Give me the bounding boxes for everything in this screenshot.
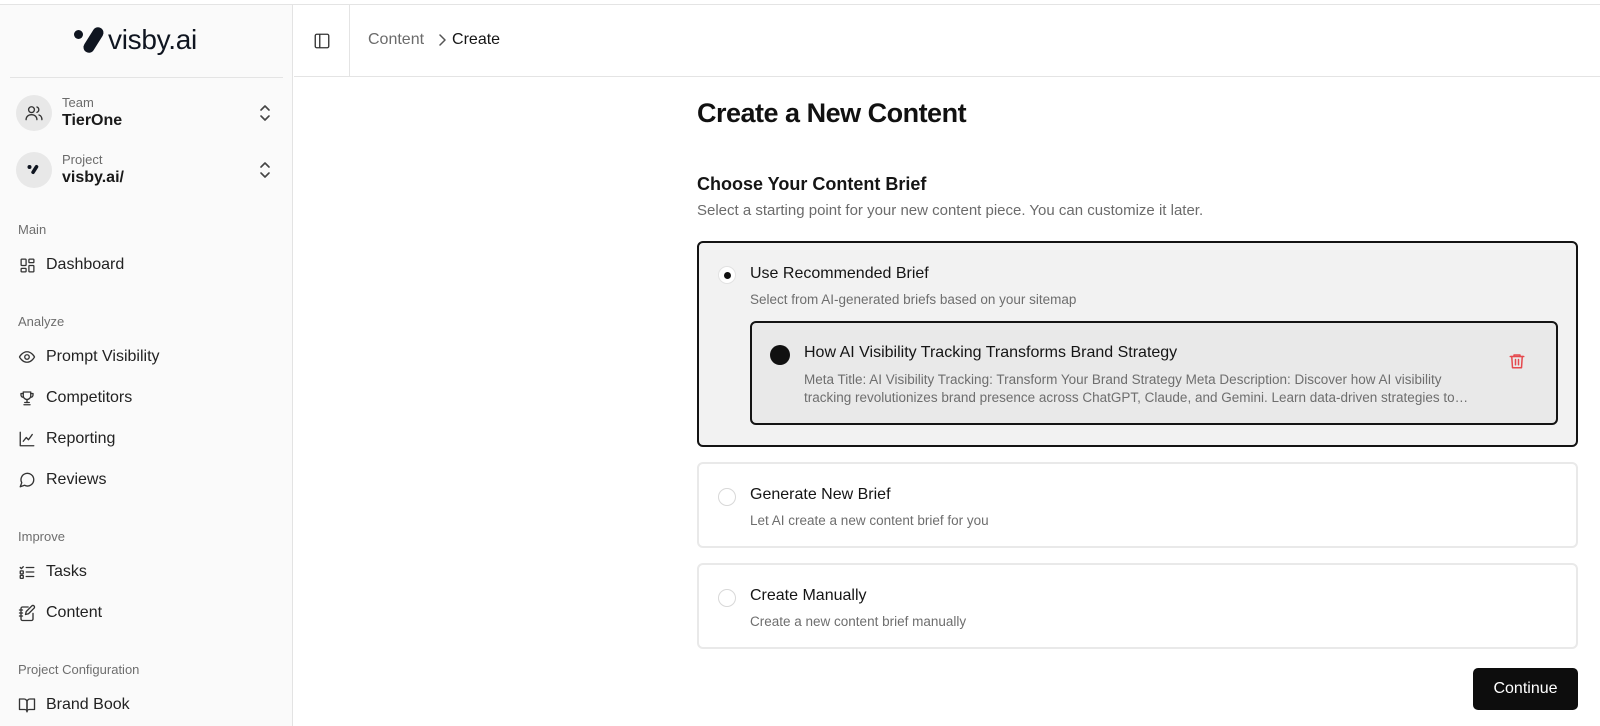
option-description: Let AI create a new content brief for yo… [750, 513, 989, 528]
visby-logo-icon [72, 23, 106, 57]
sidebar-item-label: Dashboard [46, 256, 125, 273]
sidebar-item-label: Reporting [46, 430, 116, 447]
breadcrumb-content-link[interactable]: Content [368, 31, 424, 49]
section-label-improve: Improve [18, 529, 65, 544]
eye-icon [18, 348, 36, 366]
project-switcher[interactable]: Project visby.ai/ [16, 150, 284, 190]
users-icon [25, 106, 43, 121]
sidebar-item-label: Content [46, 604, 103, 621]
message-circle-icon [18, 471, 36, 489]
section-label-project-configuration: Project Configuration [18, 662, 140, 677]
brand-name: visby.ai [108, 24, 197, 55]
sidebar-item-label: Prompt Visibility [46, 348, 160, 365]
team-name: TierOne [62, 112, 123, 129]
list-todo-icon [18, 563, 36, 581]
sidebar-item-prompt-visibility[interactable]: Prompt Visibility [18, 343, 278, 371]
option-generate-new-brief[interactable]: Generate New Brief Let AI create a new c… [697, 462, 1578, 548]
sidebar-item-brand-book[interactable]: Brand Book [18, 691, 278, 719]
sidebar-item-reporting[interactable]: Reporting [18, 425, 278, 453]
radio-button[interactable] [718, 266, 736, 284]
option-title: Generate New Brief [750, 486, 891, 503]
panel-left-icon [314, 33, 329, 48]
line-chart-icon [18, 430, 36, 448]
continue-button[interactable]: Continue [1473, 668, 1578, 710]
option-title: Create Manually [750, 587, 867, 604]
option-use-recommended-brief[interactable]: Use Recommended Brief Select from AI-gen… [697, 241, 1578, 447]
sidebar-item-label: Competitors [46, 389, 133, 406]
sidebar-item-label: Reviews [46, 471, 107, 488]
brand-logo[interactable]: visby.ai [72, 23, 197, 57]
sidebar-item-label: Tasks [46, 563, 87, 580]
radio-button[interactable] [718, 589, 736, 607]
project-name: visby.ai/ [62, 169, 124, 186]
sidebar: visby.ai Team TierOne Project visby.ai/ [0, 5, 293, 726]
page-title: Create a New Content [697, 98, 967, 128]
sidebar-toggle-button[interactable] [294, 5, 350, 76]
chevrons-up-down-icon [260, 162, 270, 178]
section-label-analyze: Analyze [18, 314, 65, 329]
sidebar-divider [10, 77, 283, 78]
brief-meta-description: Meta Title: AI Visibility Tracking: Tran… [804, 372, 1455, 405]
trophy-icon [18, 389, 36, 407]
visby-logo-icon [27, 164, 39, 175]
team-switcher[interactable]: Team TierOne [16, 93, 284, 133]
brief-radio-button[interactable] [770, 345, 790, 365]
notebook-pen-icon [18, 604, 36, 622]
trash-icon[interactable] [1508, 351, 1526, 371]
option-description: Select from AI-generated briefs based on… [750, 292, 1077, 307]
recommended-brief-card[interactable]: How AI Visibility Tracking Transforms Br… [750, 321, 1558, 425]
project-avatar [16, 152, 52, 188]
dashboard-icon [18, 256, 36, 274]
section-title: Choose Your Content Brief [697, 174, 927, 194]
chevron-right-icon [438, 33, 448, 47]
book-open-icon [18, 696, 36, 714]
sidebar-item-reviews[interactable]: Reviews [18, 466, 278, 494]
chevrons-up-down-icon [260, 105, 270, 121]
brief-title: How AI Visibility Tracking Transforms Br… [804, 344, 1178, 361]
team-label: Team [62, 95, 94, 110]
top-bar: Content Create [294, 5, 1600, 77]
project-label: Project [62, 152, 103, 167]
sidebar-item-tasks[interactable]: Tasks [18, 558, 278, 586]
breadcrumb: Content Create [368, 31, 500, 49]
breadcrumb-current: Create [452, 31, 501, 48]
option-create-manually[interactable]: Create Manually Create a new content bri… [697, 563, 1578, 649]
section-label-main: Main [18, 222, 47, 237]
team-avatar [16, 95, 52, 131]
option-description: Create a new content brief manually [750, 614, 967, 629]
sidebar-item-dashboard[interactable]: Dashboard [18, 251, 278, 279]
radio-button[interactable] [718, 488, 736, 506]
section-description: Select a starting point for your new con… [697, 202, 1204, 219]
option-title: Use Recommended Brief [750, 265, 929, 282]
sidebar-item-label: Brand Book [46, 696, 130, 713]
sidebar-item-content[interactable]: Content [18, 599, 278, 627]
sidebar-item-competitors[interactable]: Competitors [18, 384, 278, 412]
